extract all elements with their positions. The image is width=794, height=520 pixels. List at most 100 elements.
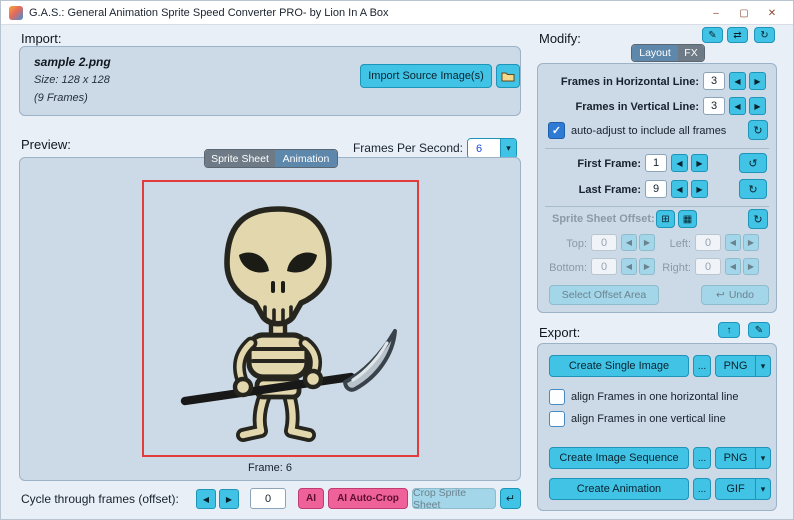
- select-offset-area-label: Select Offset Area: [561, 289, 647, 301]
- left-arrow-icon: ◀: [734, 101, 741, 111]
- offset-left-decrement-button[interactable]: ◀: [725, 234, 741, 251]
- paint-tool-button[interactable]: ✎: [702, 27, 723, 43]
- frames-horizontal-increment-button[interactable]: ▶: [749, 72, 766, 90]
- export-edit-button[interactable]: ✎: [748, 322, 770, 338]
- import-source-images-button[interactable]: Import Source Image(s): [360, 64, 492, 88]
- import-panel: sample 2.png Size: 128 x 128 (9 Frames) …: [19, 46, 521, 116]
- create-single-image-button[interactable]: Create Single Image: [549, 355, 689, 377]
- transfer-button[interactable]: ⇄: [727, 27, 748, 43]
- last-frame-value[interactable]: 9: [645, 180, 667, 198]
- right-arrow-icon: ▶: [754, 101, 761, 111]
- undo-icon: ↩: [716, 289, 725, 301]
- crop-sprite-sheet-button[interactable]: Crop Sprite Sheet: [412, 487, 496, 511]
- offset-top-decrement-button[interactable]: ◀: [621, 234, 637, 251]
- offset-right-decrement-button[interactable]: ◀: [725, 258, 741, 275]
- skeleton-sprite: [180, 206, 397, 442]
- right-arrow-icon: ▶: [696, 184, 703, 194]
- offset-bottom-increment-button[interactable]: ▶: [639, 258, 655, 275]
- fps-dropdown[interactable]: 6 ▾: [467, 138, 517, 159]
- image-sequence-options-button[interactable]: ...: [693, 447, 711, 469]
- first-frame-value[interactable]: 1: [645, 154, 667, 172]
- cycle-offset-input[interactable]: 0: [250, 488, 286, 509]
- reset-first-icon: ↺: [748, 157, 758, 170]
- first-frame-reset-button[interactable]: ↺: [739, 153, 767, 173]
- export-up-icon: ↑: [726, 324, 732, 336]
- frames-vertical-increment-button[interactable]: ▶: [749, 97, 766, 115]
- minimize-button[interactable]: –: [705, 5, 727, 21]
- frames-vertical-value[interactable]: 3: [703, 97, 725, 115]
- offset-top-label: Top:: [566, 238, 587, 250]
- single-image-format-value: PNG: [723, 360, 748, 372]
- frames-horizontal-decrement-button[interactable]: ◀: [729, 72, 746, 90]
- first-frame-increment-button[interactable]: ▶: [691, 154, 708, 172]
- offset-top-increment-button[interactable]: ▶: [639, 234, 655, 251]
- offset-top-value[interactable]: 0: [591, 234, 617, 251]
- single-image-options-button[interactable]: ...: [693, 355, 711, 377]
- refresh-icon: ↻: [753, 213, 763, 226]
- tab-sprite-sheet[interactable]: Sprite Sheet: [205, 150, 275, 167]
- single-image-format-dropdown[interactable]: PNG ▾: [715, 355, 771, 377]
- animation-options-button[interactable]: ...: [693, 478, 711, 500]
- imported-size: Size: 128 x 128: [34, 74, 110, 86]
- close-button[interactable]: ✕: [761, 5, 783, 21]
- enter-icon: ↵: [505, 493, 516, 505]
- auto-adjust-checkbox[interactable]: ✓: [548, 122, 565, 139]
- auto-adjust-refresh-button[interactable]: ↻: [748, 120, 768, 140]
- maximize-button[interactable]: ▢: [733, 5, 755, 21]
- last-frame-decrement-button[interactable]: ◀: [671, 180, 688, 198]
- cycle-left-button[interactable]: ◀: [196, 489, 216, 509]
- preview-section-label: Preview:: [21, 137, 71, 152]
- offset-refresh-button[interactable]: ↻: [748, 209, 768, 229]
- sprite-sheet-offset-label: Sprite Sheet Offset:: [552, 213, 655, 225]
- tab-animation[interactable]: Animation: [275, 150, 337, 167]
- import-section-label: Import:: [21, 31, 62, 46]
- ai-auto-crop-button[interactable]: AI Auto-Crop: [328, 488, 408, 509]
- offset-bottom-value[interactable]: 0: [591, 258, 617, 275]
- offset-right-value[interactable]: 0: [695, 258, 721, 275]
- dropdown-arrow-icon: ▾: [755, 448, 770, 468]
- offset-right-increment-button[interactable]: ▶: [743, 258, 759, 275]
- tab-fx[interactable]: FX: [678, 45, 704, 61]
- tab-layout[interactable]: Layout: [632, 45, 678, 61]
- create-animation-button[interactable]: Create Animation: [549, 478, 689, 500]
- align-vertical-checkbox[interactable]: [549, 411, 565, 427]
- undo-button[interactable]: ↩ Undo: [701, 285, 769, 305]
- last-frame-reset-button[interactable]: ↻: [739, 179, 767, 199]
- right-arrow-icon: ▶: [747, 262, 755, 271]
- fps-label: Frames Per Second:: [352, 141, 463, 155]
- frames-horizontal-value[interactable]: 3: [703, 72, 725, 90]
- fps-dropdown-arrow-icon: ▾: [500, 139, 516, 158]
- maximize-icon: ▢: [739, 7, 749, 19]
- modify-separator-2: [545, 206, 769, 207]
- brush-icon: ✎: [708, 29, 717, 41]
- offset-left-increment-button[interactable]: ▶: [743, 234, 759, 251]
- minimize-icon: –: [713, 7, 719, 19]
- ai-auto-crop-label: AI Auto-Crop: [337, 493, 399, 504]
- first-frame-decrement-button[interactable]: ◀: [671, 154, 688, 172]
- offset-mode-icon: ⊞: [661, 213, 670, 225]
- ai-button[interactable]: AI: [298, 488, 324, 509]
- align-horizontal-label: align Frames in one horizontal line: [571, 391, 739, 403]
- create-image-sequence-button[interactable]: Create Image Sequence: [549, 447, 689, 469]
- left-arrow-icon: ◀: [729, 262, 737, 271]
- animation-format-dropdown[interactable]: GIF ▾: [715, 478, 771, 500]
- image-sequence-format-dropdown[interactable]: PNG ▾: [715, 447, 771, 469]
- titlebar: G.A.S.: General Animation Sprite Speed C…: [1, 1, 793, 25]
- auto-adjust-label: auto-adjust to include all frames: [571, 125, 727, 137]
- frames-vertical-decrement-button[interactable]: ◀: [729, 97, 746, 115]
- offset-left-value[interactable]: 0: [695, 234, 721, 251]
- apply-enter-button[interactable]: ↵: [500, 488, 521, 509]
- offset-bottom-decrement-button[interactable]: ◀: [621, 258, 637, 275]
- imported-filename: sample 2.png: [34, 55, 111, 69]
- offset-grid-button[interactable]: ▦: [678, 210, 697, 228]
- align-horizontal-checkbox[interactable]: [549, 389, 565, 405]
- last-frame-increment-button[interactable]: ▶: [691, 180, 708, 198]
- cycle-right-button[interactable]: ▶: [219, 489, 239, 509]
- offset-mode-button[interactable]: ⊞: [656, 210, 675, 228]
- current-frame-label: Frame: 6: [247, 462, 292, 474]
- export-up-button[interactable]: ↑: [718, 322, 740, 338]
- reload-button[interactable]: ↻: [754, 27, 775, 43]
- select-offset-area-button[interactable]: Select Offset Area: [549, 285, 659, 305]
- ai-button-label: AI: [306, 493, 316, 504]
- browse-folder-button[interactable]: [496, 64, 520, 88]
